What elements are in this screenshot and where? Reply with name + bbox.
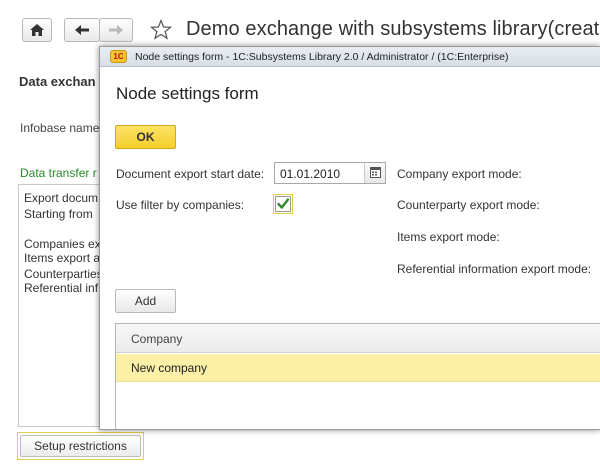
export-start-date-value: 01.01.2010 <box>280 167 341 181</box>
calendar-button[interactable] <box>364 163 385 183</box>
description-line: Referential inf <box>24 281 99 295</box>
back-button[interactable] <box>64 18 100 42</box>
section-heading: Data exchan <box>19 74 96 89</box>
export-start-date-field[interactable]: 01.01.2010 <box>274 162 386 184</box>
export-start-date-label: Document export start date: <box>116 167 265 181</box>
ok-button[interactable]: OK <box>115 125 176 149</box>
description-line: Counterparties <box>24 267 103 281</box>
counterparty-export-mode-label: Counterparty export mode: <box>397 198 540 212</box>
checkmark-icon <box>277 198 290 209</box>
infobase-name-label: Infobase name <box>20 121 100 135</box>
use-filter-checkbox[interactable] <box>273 194 293 214</box>
company-export-mode-label: Company export mode: <box>397 167 522 181</box>
node-settings-dialog: 1C Node settings form - 1C:Subsystems Li… <box>99 46 600 430</box>
data-transfer-label: Data transfer r <box>20 166 97 180</box>
main-window-title: Demo exchange with subsystems library(cr… <box>186 18 600 40</box>
home-button[interactable] <box>22 18 52 42</box>
companies-table: Company New company <box>115 323 600 429</box>
dialog-heading: Node settings form <box>116 84 259 103</box>
forward-button[interactable] <box>99 18 133 42</box>
dialog-titlebar[interactable]: 1C Node settings form - 1C:Subsystems Li… <box>100 47 600 67</box>
app-1c-icon: 1C <box>110 50 127 63</box>
arrow-left-icon <box>75 25 89 35</box>
dialog-window-caption: Node settings form - 1C:Subsystems Libra… <box>135 51 509 63</box>
description-line: Companies ex <box>24 237 101 251</box>
description-line: Starting from <box>24 207 93 221</box>
add-button[interactable]: Add <box>115 289 176 313</box>
checkbox-box <box>275 196 291 212</box>
table-row[interactable]: New company <box>116 354 600 382</box>
arrow-right-icon <box>109 25 123 35</box>
favorite-star-icon[interactable] <box>150 19 172 40</box>
description-line: Export docum <box>24 191 99 205</box>
use-filter-label: Use filter by companies: <box>116 198 245 212</box>
calendar-icon <box>370 167 381 178</box>
referential-export-mode-label: Referential information export mode: <box>397 262 592 276</box>
items-export-mode-label: Items export mode: <box>397 230 500 244</box>
table-header: Company <box>116 324 600 353</box>
table-cell-company: New company <box>131 361 208 375</box>
home-icon <box>30 24 44 36</box>
description-line: Items export a <box>24 251 101 265</box>
company-column-header[interactable]: Company <box>131 332 182 346</box>
setup-restrictions-button[interactable]: Setup restrictions <box>17 432 144 460</box>
setup-restrictions-label: Setup restrictions <box>20 435 141 457</box>
